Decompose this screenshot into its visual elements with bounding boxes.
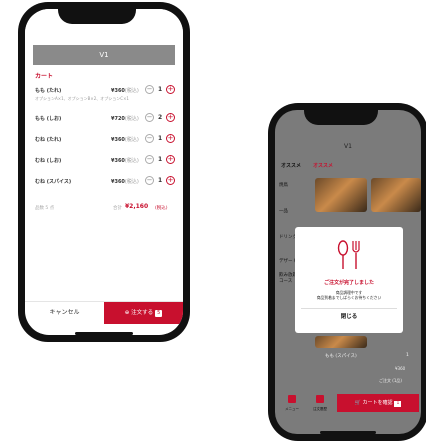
item-qty: 1 xyxy=(158,135,163,142)
plus-icon[interactable]: + xyxy=(166,85,175,94)
cart-title: カート xyxy=(35,73,54,80)
order-complete-dialog: ご注文が完了しました 商品調理中です 商品到着までしばらくお待ちください 閉じる xyxy=(295,227,403,333)
food-image[interactable] xyxy=(371,178,421,212)
item-qty: 2 xyxy=(158,114,163,121)
cancel-button[interactable]: キャンセル xyxy=(25,302,104,324)
cart-item: むね (たれ) ¥360(税込) − 1 + xyxy=(35,134,175,148)
minus-icon[interactable]: − xyxy=(145,113,154,122)
item-count: 品数 5 点 xyxy=(35,206,55,211)
home-indicator xyxy=(75,332,133,335)
category-label[interactable]: オススメ xyxy=(281,162,301,169)
item-price: ¥720(税込) xyxy=(111,116,139,122)
item-options: オプションA×1、オプションB×2、オプションC×1 xyxy=(35,96,129,101)
view-cart-button[interactable]: 🛒 カートを確認 1 xyxy=(337,394,419,412)
home-indicator xyxy=(320,431,376,434)
cart-phone: V1 カート もも (たれ) ¥360(税込) − 1 + オプションA×1、オ… xyxy=(18,2,190,342)
dialog-message-line2: 商品到着までしばらくお待ちください xyxy=(316,295,382,300)
cart-item: むね (しお) ¥360(税込) − 1 + xyxy=(35,155,175,169)
order-button[interactable]: ⊕ 注文する 5 xyxy=(104,302,183,324)
sidebar-item[interactable]: 焼鳥 xyxy=(279,182,288,188)
tab-menu[interactable]: メニュー xyxy=(279,394,305,414)
confirm-screen: V1 オススメ オススメ 焼鳥 一品 ドリンク デザート 飲み放題コース ご注文… xyxy=(275,110,421,434)
item-qty: 1 xyxy=(158,177,163,184)
plus-icon[interactable]: + xyxy=(166,113,175,122)
order-label: 注文する xyxy=(131,310,154,316)
cart-screen: V1 カート もも (たれ) ¥360(税込) − 1 + オプションA×1、オ… xyxy=(25,9,183,335)
item-name: もも (たれ) xyxy=(35,88,62,94)
food-image[interactable] xyxy=(315,336,367,348)
total-tax: (税込) xyxy=(155,206,168,211)
item-qty: 1 xyxy=(158,156,163,163)
confirm-phone: V1 オススメ オススメ 焼鳥 一品 ドリンク デザート 飲み放題コース ご注文… xyxy=(268,103,426,441)
history-icon xyxy=(316,395,324,403)
close-button[interactable]: 閉じる xyxy=(301,308,397,326)
item-price: ¥360(税込) xyxy=(111,88,139,94)
item-price: ¥360(税込) xyxy=(111,158,139,164)
menu-item-price: ¥360 xyxy=(395,366,406,371)
dialog-title: ご注文が完了しました xyxy=(323,280,374,286)
cart-item: もも (しお) ¥720(税込) − 2 + xyxy=(35,113,175,127)
order-count-badge: 5 xyxy=(155,310,163,317)
menu-item-name: もも (スパイス) xyxy=(325,354,357,359)
total-value: ¥2,160 xyxy=(125,203,149,210)
item-name: もも (しお) xyxy=(35,116,62,122)
item-price: ¥360(税込) xyxy=(111,179,139,185)
item-price: ¥360(税込) xyxy=(111,137,139,143)
confirm-header: V1 xyxy=(344,143,352,150)
cart-count-badge: 1 xyxy=(394,401,402,407)
cart-header: V1 xyxy=(33,45,175,65)
cutlery-icon xyxy=(337,240,360,269)
phone-notch xyxy=(304,103,378,125)
item-qty: 1 xyxy=(158,86,163,93)
tab-label: メニュー xyxy=(285,407,299,411)
item-name: むね (スパイス) xyxy=(35,179,72,185)
cart-footer: キャンセル ⊕ 注文する 5 xyxy=(25,301,183,324)
cart-item: むね (スパイス) ¥360(税込) − 1 + xyxy=(35,176,175,190)
minus-icon[interactable]: − xyxy=(145,155,154,164)
cart-item: もも (たれ) ¥360(税込) − 1 + オプションA×1、オプションB×2… xyxy=(35,85,175,101)
food-image[interactable] xyxy=(315,178,367,212)
tab-order-history[interactable]: 注文履歴 xyxy=(307,394,333,414)
item-name: むね (しお) xyxy=(35,158,62,164)
minus-icon[interactable]: − xyxy=(145,85,154,94)
item-name: むね (たれ) xyxy=(35,137,62,143)
bottom-nav: メニュー 注文履歴 🛒 カートを確認 1 xyxy=(275,392,421,414)
minus-icon[interactable]: − xyxy=(145,134,154,143)
menu-item-qty: 1 xyxy=(406,353,409,358)
menu-icon xyxy=(288,395,296,403)
plus-icon[interactable]: + xyxy=(166,134,175,143)
tab-label: 注文履歴 xyxy=(313,407,327,411)
order-count-label: ご注文 (1品) xyxy=(379,378,402,383)
category-tab-active[interactable]: オススメ xyxy=(313,162,333,169)
phone-notch xyxy=(58,2,136,24)
total-label: 合計 xyxy=(113,206,122,211)
cart-button-label: カートを確認 xyxy=(362,400,393,406)
minus-icon[interactable]: − xyxy=(145,176,154,185)
sidebar-item[interactable]: 一品 xyxy=(279,208,288,214)
plus-icon[interactable]: + xyxy=(166,155,175,164)
plus-icon[interactable]: + xyxy=(166,176,175,185)
